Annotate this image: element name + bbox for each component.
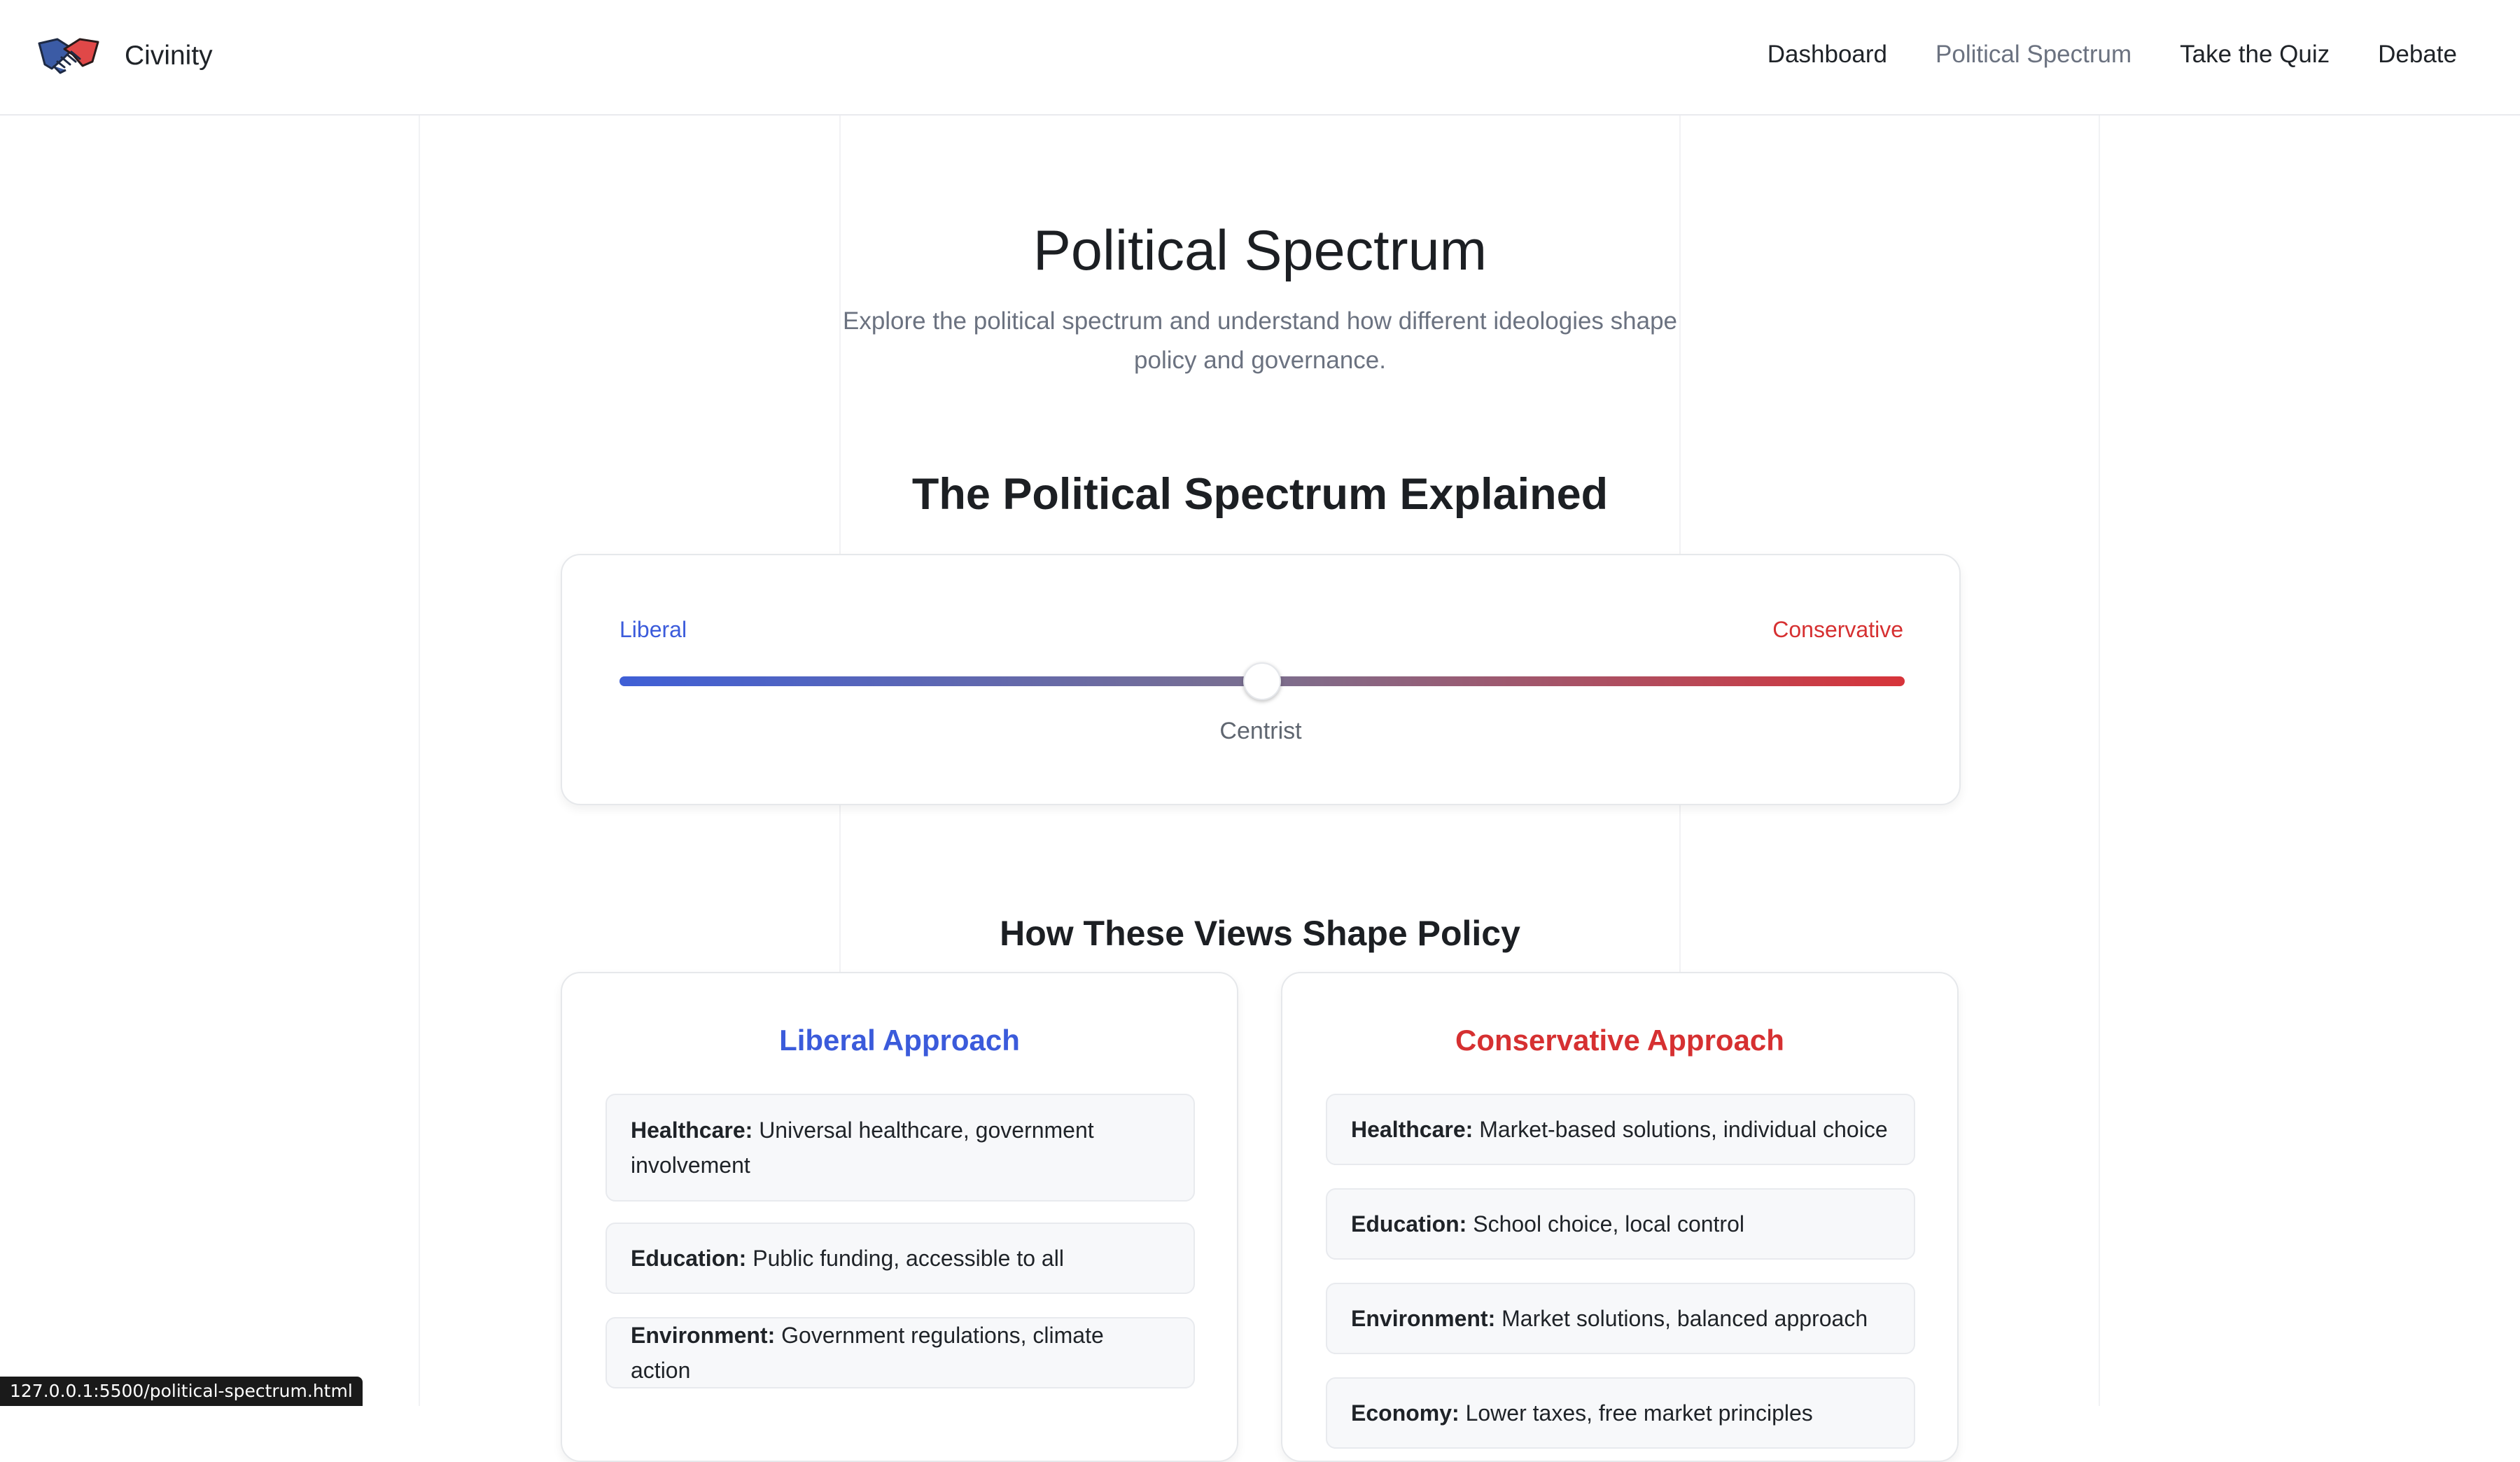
page-title: Political Spectrum [0, 218, 2520, 284]
conservative-label: Conservative [1772, 617, 1903, 643]
nav-take-the-quiz[interactable]: Take the Quiz [2180, 41, 2330, 69]
list-item: Environment: Government regulations, cli… [606, 1317, 1195, 1388]
policy-text: Public funding, accessible to all [752, 1246, 1064, 1271]
spectrum-card: Liberal Conservative Centrist [561, 554, 1961, 805]
brand-link[interactable]: Civinity [36, 34, 213, 78]
policy-text: School choice, local control [1473, 1211, 1744, 1237]
list-item: Healthcare: Market-based solutions, indi… [1326, 1094, 1915, 1165]
nav-debate[interactable]: Debate [2378, 41, 2457, 69]
policy-topic: Healthcare: [631, 1118, 752, 1143]
status-bar-url: 127.0.0.1:5500/political-spectrum.html [0, 1377, 363, 1406]
policy-topic: Education: [631, 1246, 746, 1271]
policy-text: Lower taxes, free market principles [1466, 1400, 1813, 1426]
conservative-approach-card: Conservative Approach Healthcare: Market… [1281, 972, 1959, 1462]
guide-line [2099, 115, 2100, 1406]
nav-political-spectrum[interactable]: Political Spectrum [1935, 41, 2132, 69]
list-item: Healthcare: Universal healthcare, govern… [606, 1094, 1195, 1202]
conservative-approach-title: Conservative Approach [1282, 1024, 1957, 1057]
policy-section-title: How These Views Shape Policy [0, 913, 2520, 954]
policy-topic: Education: [1351, 1211, 1466, 1237]
list-item: Education: School choice, local control [1326, 1188, 1915, 1260]
list-item: Environment: Market solutions, balanced … [1326, 1283, 1915, 1354]
spectrum-slider[interactable] [620, 676, 1905, 686]
guide-line [419, 115, 420, 1406]
navbar: Civinity Dashboard Political Spectrum Ta… [0, 0, 2520, 116]
spectrum-position-label: Centrist [562, 718, 1959, 745]
spectrum-slider-thumb[interactable] [1243, 662, 1281, 700]
brand-name: Civinity [125, 41, 213, 71]
liberal-label: Liberal [620, 617, 687, 643]
nav-dashboard[interactable]: Dashboard [1768, 41, 1887, 69]
main-nav: Dashboard Political Spectrum Take the Qu… [1719, 41, 2457, 69]
page-subtitle: Explore the political spectrum and under… [840, 302, 1680, 380]
handshake-icon [36, 34, 101, 78]
policy-text: Market-based solutions, individual choic… [1479, 1117, 1887, 1142]
policy-topic: Healthcare: [1351, 1117, 1473, 1142]
policy-topic: Environment: [1351, 1306, 1495, 1331]
policy-topic: Economy: [1351, 1400, 1460, 1426]
spectrum-section-title: The Political Spectrum Explained [0, 469, 2520, 520]
liberal-approach-card: Liberal Approach Healthcare: Universal h… [561, 972, 1238, 1462]
list-item: Education: Public funding, accessible to… [606, 1223, 1195, 1294]
list-item: Economy: Lower taxes, free market princi… [1326, 1377, 1915, 1449]
liberal-approach-title: Liberal Approach [562, 1024, 1237, 1057]
policy-text: Market solutions, balanced approach [1502, 1306, 1868, 1331]
policy-topic: Environment: [631, 1323, 775, 1348]
